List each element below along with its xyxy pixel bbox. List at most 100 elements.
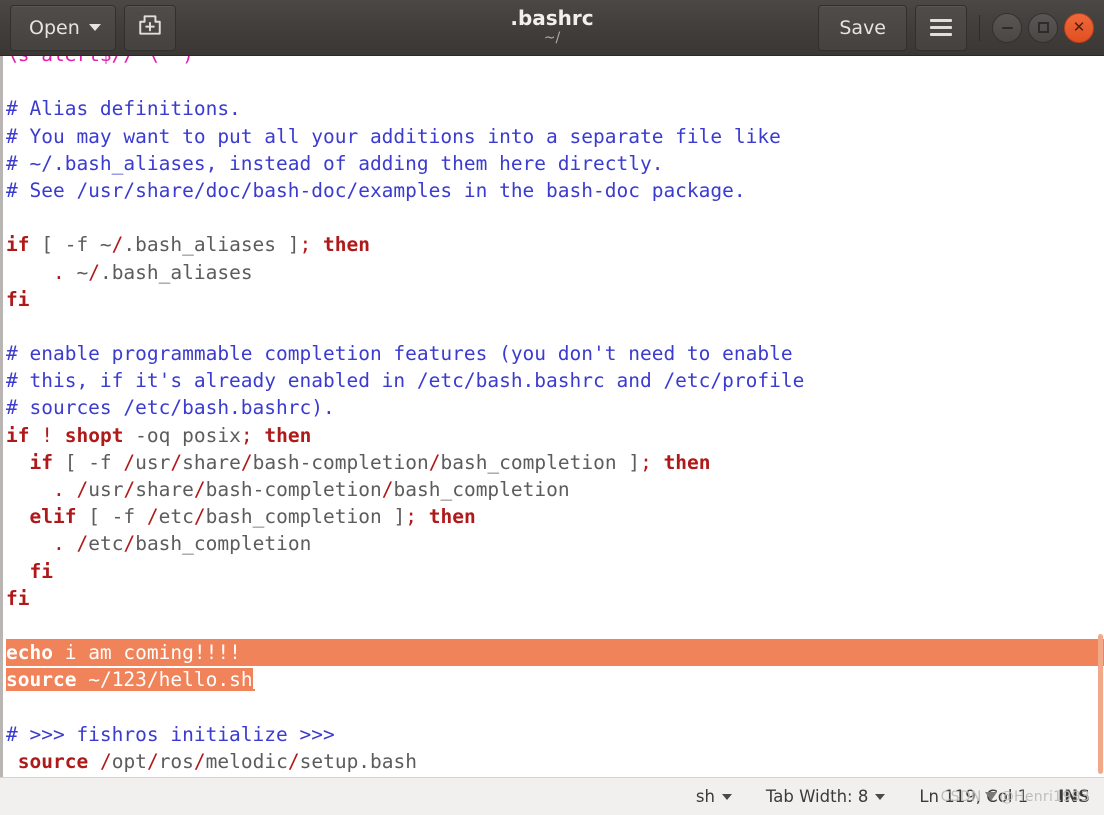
code-token: then (264, 423, 312, 447)
save-button-label: Save (839, 16, 886, 39)
code-token: share (135, 478, 194, 501)
language-label: sh (695, 787, 715, 806)
code-token: ; (240, 423, 253, 447)
code-line[interactable]: fi (6, 585, 1104, 612)
code-line[interactable]: # See /usr/share/doc/bash-doc/examples i… (6, 177, 1104, 204)
code-token: . (52, 260, 65, 284)
gedit-window: .bashrc ~/ Open Save ✕ # Alias definitio… (0, 0, 1104, 815)
code-line[interactable]: if ! shopt -oq posix; then (6, 422, 1104, 449)
code-token: # this, if it's already enabled in /etc/… (6, 369, 805, 393)
code-token: # >>> fishros initialize >>> (6, 722, 335, 746)
code-token: / (123, 450, 136, 474)
save-button[interactable]: Save (818, 4, 907, 51)
code-line[interactable] (6, 68, 1104, 95)
page-subtitle: ~/ (543, 30, 561, 47)
code-token: / (99, 749, 112, 773)
language-selector[interactable]: sh (696, 787, 732, 806)
header-divider (979, 14, 980, 41)
maximize-button[interactable] (1028, 12, 1058, 43)
code-token: . (52, 532, 65, 556)
code-token: ; (299, 233, 312, 257)
chevron-down-icon (721, 793, 732, 800)
code-line[interactable]: if [ -f /usr/share/bash-completion/bash_… (6, 449, 1104, 476)
code-line[interactable]: . ~/.bash_aliases (6, 259, 1104, 286)
minimize-button[interactable] (992, 12, 1022, 43)
code-line[interactable]: \s*alert$//'\'')"' (6, 56, 1104, 68)
header-left-group: Open (10, 4, 176, 51)
code-token: hello.sh (158, 668, 253, 692)
code-token: ~ (76, 668, 100, 692)
open-button[interactable]: Open (10, 4, 116, 51)
code-line[interactable]: # Alias definitions. (6, 95, 1104, 122)
code-token: then (663, 450, 711, 474)
close-button[interactable]: ✕ (1064, 12, 1094, 43)
code-token: bash_completion (135, 532, 312, 556)
new-document-button[interactable] (123, 4, 176, 51)
code-line[interactable]: echo i am coming!!!! (6, 639, 1104, 667)
source-code-text[interactable]: \s*alert$//'\'')"' # Alias definitions. #… (3, 56, 1104, 775)
code-line[interactable]: if [ -f ~/.bash_aliases ]; then (6, 231, 1104, 258)
code-token: -oq posix (123, 423, 241, 447)
code-line[interactable]: elif [ -f /etc/bash_completion ]; then (6, 503, 1104, 530)
code-line[interactable]: # enable programmable completion feature… (6, 340, 1104, 367)
code-line[interactable] (6, 694, 1104, 721)
code-line[interactable]: # this, if it's already enabled in /etc/… (6, 367, 1104, 394)
code-token: ros (158, 749, 194, 773)
code-line[interactable]: # >>> fishros initialize >>> (6, 721, 1104, 748)
code-token: opt (111, 749, 147, 773)
code-token: if (6, 423, 30, 447)
tab-width-selector[interactable]: Tab Width: 8 (765, 787, 886, 806)
code-line[interactable]: . /etc/bash_completion (6, 530, 1104, 557)
code-token: usr (135, 450, 171, 474)
code-token: / (88, 260, 100, 284)
menu-button[interactable] (915, 4, 967, 51)
code-token: fi (6, 287, 30, 311)
code-line[interactable]: source ~/123/hello.sh (6, 666, 1104, 693)
code-token: share (182, 450, 241, 474)
code-token: / (76, 532, 89, 556)
text-cursor (252, 668, 255, 690)
code-token: fi (29, 559, 53, 583)
code-token: if (29, 450, 53, 474)
code-token: .bash_aliases ] (123, 233, 300, 257)
code-line[interactable] (6, 204, 1104, 231)
code-line[interactable]: fi (6, 286, 1104, 313)
code-token: then (428, 505, 476, 529)
code-token: bash_completion ] (440, 450, 641, 474)
vertical-scrollbar[interactable] (1098, 634, 1103, 774)
code-token: if (6, 233, 30, 257)
code-line[interactable] (6, 612, 1104, 639)
code-token: / (111, 233, 124, 257)
code-token: # You may want to put all your additions… (6, 124, 781, 148)
code-token: i am coming (52, 641, 194, 665)
insert-mode-indicator: INS (1058, 787, 1090, 806)
code-token: # Alias definitions. (6, 97, 241, 121)
code-line[interactable]: fi (6, 558, 1104, 585)
code-line[interactable]: source /opt/ros/melodic/setup.bash (6, 748, 1104, 775)
tab-width-label: Tab Width: 8 (765, 787, 869, 806)
code-line[interactable]: # ~/.bash_aliases, instead of adding the… (6, 150, 1104, 177)
code-token: / (99, 668, 112, 692)
code-token: bash_completion ] (205, 505, 406, 529)
code-token: etc (88, 532, 124, 556)
code-line[interactable]: # sources /etc/bash.bashrc). (6, 394, 1104, 421)
code-token: melodic (205, 749, 288, 773)
text-editor-area[interactable]: \s*alert$//'\'')"' # Alias definitions. #… (0, 56, 1104, 777)
code-token: !!!! (193, 641, 241, 665)
code-line[interactable] (6, 313, 1104, 340)
code-line[interactable]: . /usr/share/bash-completion/bash_comple… (6, 476, 1104, 503)
code-token: source (17, 749, 89, 773)
code-token: \s*alert$//'\'')"' (6, 56, 217, 66)
code-line[interactable]: # You may want to put all your additions… (6, 123, 1104, 150)
header-right-group: Save ✕ (818, 4, 1094, 51)
code-token: ; (405, 505, 417, 529)
code-token: / (428, 450, 441, 474)
open-button-label: Open (29, 16, 80, 39)
code-token: [ -f (76, 505, 147, 529)
